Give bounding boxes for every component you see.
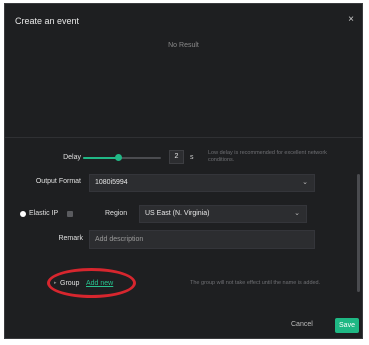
chevron-down-icon: ⌄ (302, 179, 308, 186)
save-button[interactable]: Save (335, 318, 359, 333)
no-result-text: No Result (168, 42, 199, 49)
dialog-header: Create an event × (5, 4, 362, 34)
chevron-down-icon: ⌄ (294, 210, 300, 217)
delay-label: Delay (63, 154, 81, 161)
region-select[interactable]: US East (N. Virginia) ⌄ (139, 205, 307, 223)
close-icon[interactable]: × (348, 14, 354, 25)
cancel-button[interactable]: Cancel (291, 321, 313, 328)
elastic-ip-label: Elastic IP (29, 210, 59, 217)
delay-value-input[interactable]: 2 (169, 150, 184, 164)
red-highlight-annotation (47, 268, 136, 298)
delay-slider[interactable] (83, 154, 161, 161)
scrollbar[interactable] (357, 174, 360, 292)
delay-unit: s (190, 154, 194, 161)
output-format-value: 1080i5994 (95, 179, 128, 186)
dialog-title: Create an event (15, 16, 80, 26)
output-format-label: Output Format (35, 178, 81, 185)
remark-label: Remark (58, 235, 83, 242)
output-format-select[interactable]: 1080i5994 ⌄ (89, 174, 315, 192)
create-event-dialog: Create an event × ' ' ' ' No Result Dela… (4, 3, 363, 339)
remark-input[interactable]: Add description (89, 230, 315, 249)
cut-off-text: ' ' ' ' (79, 26, 89, 30)
section-divider (5, 137, 362, 138)
delay-slider-handle[interactable] (115, 154, 123, 161)
group-hint: The group will not take effect until the… (190, 280, 321, 286)
delay-slider-fill (83, 157, 119, 159)
elastic-ip-radio[interactable] (20, 211, 26, 217)
region-label: Region (105, 210, 128, 217)
delay-hint: Low delay is recommended for excellent n… (208, 150, 327, 163)
region-value: US East (N. Virginia) (145, 210, 210, 217)
elastic-ip-checkbox[interactable] (67, 211, 73, 217)
